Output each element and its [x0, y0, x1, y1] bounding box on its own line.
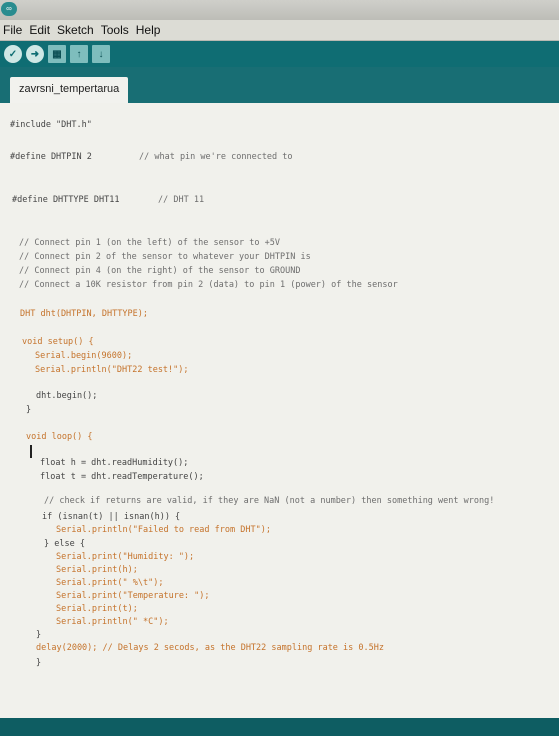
menu-edit[interactable]: Edit [26, 23, 54, 37]
code-line: void setup() { [22, 337, 94, 347]
code-line: } [26, 405, 32, 415]
code-line: #define DHTTYPE DHT11 [12, 195, 120, 205]
arrow-up-icon: ↑ [76, 48, 82, 60]
arduino-logo-icon: ∞ [1, 2, 17, 16]
save-button[interactable]: ↓ [92, 45, 110, 63]
code-comment: // Connect pin 2 of the sensor to whatev… [19, 252, 311, 262]
menu-tools[interactable]: Tools [98, 23, 133, 37]
code-line: Serial.print("Humidity: "); [56, 552, 195, 562]
menu-bar: File Edit Sketch Tools Help [0, 20, 559, 41]
tab-bar: zavrsni_tempertarua [0, 67, 559, 103]
title-bar: ∞ [0, 0, 559, 20]
code-editor[interactable]: #include "DHT.h" #define DHTPIN 2 // wha… [0, 103, 559, 718]
status-bar [0, 718, 559, 736]
menu-file[interactable]: File [0, 23, 26, 37]
code-line: Serial.println(" *C"); [56, 617, 169, 627]
code-line: void loop() { [26, 432, 93, 442]
code-line: float t = dht.readTemperature(); [40, 472, 204, 482]
code-line: } else { [44, 539, 85, 549]
verify-button[interactable]: ✓ [4, 45, 22, 63]
code-comment: // Connect pin 1 (on the left) of the se… [19, 238, 280, 248]
code-line: Serial.print("Temperature: "); [56, 591, 210, 601]
code-comment: // Connect pin 4 (on the right) of the s… [19, 266, 301, 276]
menu-help[interactable]: Help [133, 23, 165, 37]
code-line: Serial.println("DHT22 test!"); [35, 365, 189, 375]
arrow-down-icon: ↓ [98, 48, 104, 60]
menu-sketch[interactable]: Sketch [54, 23, 98, 37]
code-line: Serial.print(h); [56, 565, 138, 575]
code-line: float h = dht.readHumidity(); [40, 458, 189, 468]
toolbar: ✓ ➜ ▦ ↑ ↓ [0, 41, 559, 67]
code-line: Serial.print(t); [56, 604, 138, 614]
code-comment: // what pin we're connected to [139, 152, 293, 162]
tab-sketch[interactable]: zavrsni_tempertarua [10, 77, 129, 103]
code-line: dht.begin(); [36, 391, 98, 401]
new-button[interactable]: ▦ [48, 45, 66, 63]
new-file-icon: ▦ [52, 48, 62, 60]
upload-button[interactable]: ➜ [26, 45, 44, 63]
code-line: DHT dht(DHTPIN, DHTTYPE); [20, 309, 148, 319]
code-line: #define DHTPIN 2 [10, 152, 92, 162]
open-button[interactable]: ↑ [70, 45, 88, 63]
code-comment: // check if returns are valid, if they a… [44, 496, 495, 506]
code-line: delay(2000); // Delays 2 secods, as the … [36, 643, 384, 653]
code-line: Serial.println("Failed to read from DHT"… [56, 525, 271, 535]
code-comment: // Connect a 10K resistor from pin 2 (da… [19, 280, 398, 290]
code-line: } [36, 630, 42, 640]
arrow-right-icon: ➜ [30, 48, 40, 60]
code-line: Serial.print(" %\t"); [56, 578, 164, 588]
code-line: Serial.begin(9600); [35, 351, 133, 361]
code-line: #include "DHT.h" [10, 120, 92, 130]
text-cursor [30, 445, 32, 458]
code-line: } [36, 658, 42, 668]
check-icon: ✓ [8, 48, 18, 60]
code-comment: // DHT 11 [158, 195, 205, 205]
code-line: if (isnan(t) || isnan(h)) { [42, 512, 181, 522]
